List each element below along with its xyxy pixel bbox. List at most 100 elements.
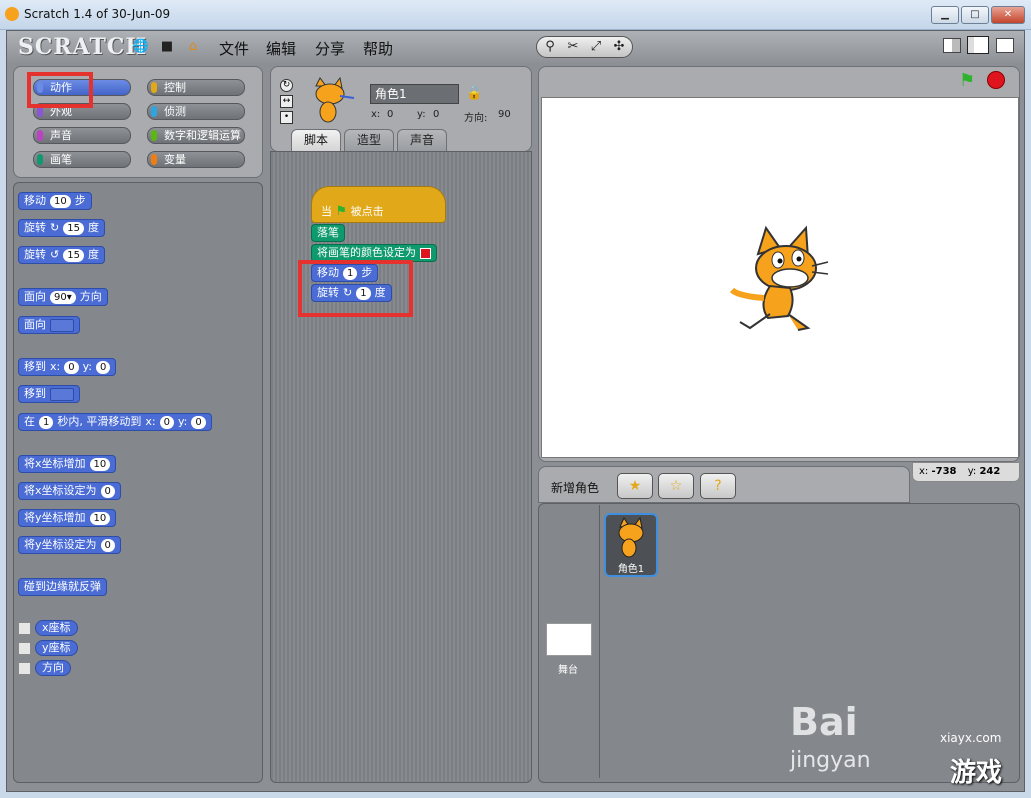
block-label: 方向 bbox=[79, 290, 102, 303]
mouse-coordinates: x: -738 y: 242 bbox=[912, 462, 1020, 482]
block-label: 被点击 bbox=[350, 205, 384, 218]
category-pen[interactable]: 画笔 bbox=[33, 151, 131, 168]
no-rotate-icon[interactable]: • bbox=[280, 111, 293, 124]
globe-icon[interactable]: 🌐 bbox=[132, 38, 150, 56]
block-set-y[interactable]: 将y坐标设定为 0 bbox=[18, 536, 121, 554]
menu-help[interactable]: 帮助 bbox=[363, 38, 393, 59]
number-input[interactable]: 15 bbox=[63, 221, 84, 235]
block-bounce[interactable]: 碰到边缘就反弹 bbox=[18, 578, 107, 596]
menu-edit[interactable]: 编辑 bbox=[266, 38, 296, 59]
save-icon[interactable]: ■ bbox=[158, 38, 176, 56]
new-sprite-label: 新增角色 bbox=[551, 481, 600, 495]
green-flag-icon[interactable]: ⚑ bbox=[959, 70, 975, 91]
menu-share[interactable]: 分享 bbox=[315, 38, 345, 59]
lock-icon[interactable]: 🔒 bbox=[466, 86, 482, 101]
sprite-direction-label: 方向: bbox=[464, 113, 488, 124]
normal-stage-icon[interactable] bbox=[967, 36, 989, 54]
shrink-icon[interactable]: ✣ bbox=[610, 38, 628, 56]
number-input[interactable]: 0 bbox=[100, 484, 115, 498]
stop-icon[interactable] bbox=[987, 71, 1005, 89]
sprite-tile[interactable]: 角色1 bbox=[604, 513, 658, 577]
block-goto[interactable]: 移到 bbox=[18, 385, 80, 403]
paint-new-sprite-button[interactable]: ★ bbox=[617, 473, 653, 499]
category-sensing[interactable]: 侦测 bbox=[147, 103, 245, 120]
block-point-towards[interactable]: 面向 bbox=[18, 316, 80, 334]
number-input[interactable]: 1 bbox=[39, 415, 54, 429]
category-sound[interactable]: 声音 bbox=[33, 127, 131, 144]
category-label: 画笔 bbox=[50, 153, 72, 166]
number-input[interactable]: 0 bbox=[159, 415, 174, 429]
block-goto-xy[interactable]: 移到 x: 0 y: 0 bbox=[18, 358, 117, 376]
category-operators[interactable]: 数字和逻辑运算 bbox=[147, 127, 245, 144]
target-dropdown[interactable] bbox=[50, 318, 74, 332]
block-pen-down[interactable]: 落笔 bbox=[311, 224, 345, 242]
jingyan-watermark: jingyan bbox=[790, 748, 871, 773]
direction-checkbox[interactable] bbox=[18, 662, 31, 675]
number-input[interactable]: 10 bbox=[89, 457, 111, 471]
close-button[interactable]: ✕ bbox=[991, 6, 1025, 24]
block-set-x[interactable]: 将x坐标设定为 0 bbox=[18, 482, 121, 500]
y-position-checkbox[interactable] bbox=[18, 642, 31, 655]
category-variables[interactable]: 变量 bbox=[147, 151, 245, 168]
block-label: 当 bbox=[321, 205, 332, 218]
folder-star-icon: ☆ bbox=[669, 478, 683, 494]
block-point-direction[interactable]: 面向 90▾ 方向 bbox=[18, 288, 108, 306]
small-stage-icon[interactable] bbox=[943, 38, 961, 53]
number-input[interactable]: 15 bbox=[63, 248, 84, 262]
block-turn-left[interactable]: 旋转 ↺ 15 度 bbox=[18, 246, 105, 264]
sprite-tile-icon bbox=[618, 516, 644, 558]
sprite-list-divider bbox=[599, 505, 600, 778]
block-move[interactable]: 移动 10 步 bbox=[18, 192, 92, 210]
number-input[interactable]: 0 bbox=[191, 415, 206, 429]
number-input[interactable]: 10 bbox=[89, 511, 111, 525]
block-label: 步 bbox=[74, 194, 86, 207]
presentation-mode-icon[interactable] bbox=[996, 38, 1014, 53]
menu-file[interactable]: 文件 bbox=[219, 38, 249, 59]
reporter-y-position[interactable]: y座标 bbox=[35, 640, 78, 656]
number-input[interactable]: 0 bbox=[96, 360, 111, 374]
choose-sprite-file-button[interactable]: ☆ bbox=[658, 473, 694, 499]
minimize-button[interactable]: ▁ bbox=[931, 6, 959, 24]
mouse-x-label: x: bbox=[919, 466, 929, 477]
block-glide[interactable]: 在 1 秒内, 平滑移动到 x: 0 y: 0 bbox=[18, 413, 212, 431]
rotate-style-icon[interactable]: ↻ bbox=[280, 79, 293, 92]
tab-costumes[interactable]: 造型 bbox=[344, 129, 394, 151]
block-change-y[interactable]: 将y坐标增加 10 bbox=[18, 509, 117, 527]
target-dropdown[interactable] bbox=[50, 387, 74, 401]
maximize-button[interactable]: □ bbox=[961, 6, 989, 24]
share-icon[interactable]: ⌂ bbox=[184, 38, 202, 56]
scratch-cat-sprite[interactable] bbox=[728, 224, 830, 334]
flip-style-icon[interactable]: ↔ bbox=[280, 95, 293, 108]
tab-sounds[interactable]: 声音 bbox=[397, 129, 447, 151]
tab-scripts[interactable]: 脚本 bbox=[291, 129, 341, 151]
category-label: 变量 bbox=[164, 153, 186, 166]
duplicate-icon[interactable]: ⚲ bbox=[541, 38, 559, 56]
block-label: 将y坐标设定为 bbox=[24, 538, 97, 551]
game-watermark: 游戏 bbox=[950, 758, 1003, 788]
block-label: 旋转 bbox=[24, 221, 46, 234]
stage-thumbnail[interactable] bbox=[546, 623, 592, 656]
block-label: 面向 bbox=[24, 290, 46, 303]
mouse-y-value: 242 bbox=[979, 466, 1001, 477]
random-sprite-button[interactable]: ? bbox=[700, 473, 736, 499]
block-change-x[interactable]: 将x坐标增加 10 bbox=[18, 455, 117, 473]
grow-icon[interactable]: ⤢ bbox=[587, 38, 605, 56]
category-control[interactable]: 控制 bbox=[147, 79, 245, 96]
block-label: 度 bbox=[87, 221, 99, 234]
reporter-x-position[interactable]: x座标 bbox=[35, 620, 78, 636]
number-input[interactable]: 0 bbox=[100, 538, 115, 552]
highlight-box bbox=[298, 260, 413, 317]
direction-dropdown[interactable]: 90▾ bbox=[50, 290, 76, 304]
scratch-cat-icon bbox=[5, 7, 19, 21]
sprite-name-field[interactable]: 角色1 bbox=[370, 84, 459, 104]
block-turn-right[interactable]: 旋转 ↻ 15 度 bbox=[18, 219, 105, 237]
reporter-direction[interactable]: 方向 bbox=[35, 660, 71, 676]
delete-icon[interactable]: ✂ bbox=[564, 38, 582, 56]
window-titlebar: Scratch 1.4 of 30-Jun-09 ▁ □ ✕ bbox=[0, 0, 1031, 30]
pen-color-swatch[interactable] bbox=[420, 247, 431, 259]
number-input[interactable]: 0 bbox=[64, 360, 79, 374]
number-input[interactable]: 10 bbox=[50, 194, 71, 208]
mouse-y-label: y: bbox=[967, 466, 977, 477]
block-when-flag-clicked[interactable]: 当 ⚑ 被点击 bbox=[311, 186, 446, 223]
x-position-checkbox[interactable] bbox=[18, 622, 31, 635]
